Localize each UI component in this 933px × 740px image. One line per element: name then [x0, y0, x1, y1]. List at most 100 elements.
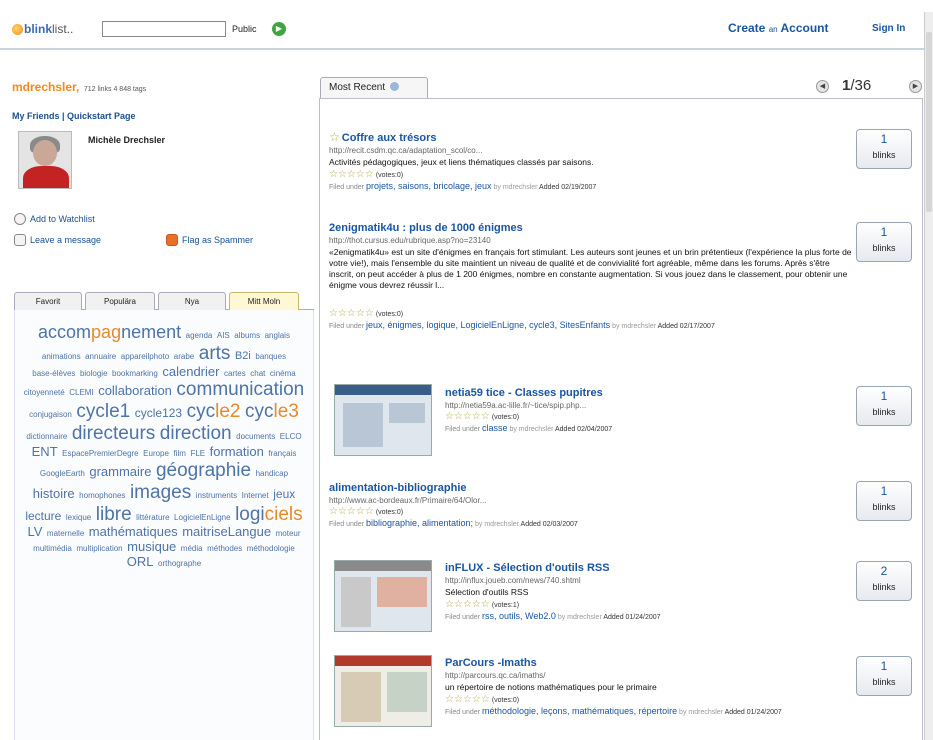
- stars-icon[interactable]: ☆☆☆☆☆: [329, 506, 374, 517]
- tag-link[interactable]: dictionnaire: [26, 432, 67, 441]
- blinks-count-button[interactable]: 1 blinks: [856, 129, 912, 169]
- tag-link[interactable]: base-élèves: [32, 369, 75, 378]
- tag-link[interactable]: chat: [250, 369, 265, 378]
- tab-most-recent[interactable]: Most Recent: [320, 77, 428, 98]
- item-tags[interactable]: méthodologie, leçons, mathématiques, rép…: [482, 706, 677, 716]
- tag-link[interactable]: citoyenneté: [24, 388, 65, 397]
- stars-icon[interactable]: ☆☆☆☆☆: [329, 169, 374, 180]
- tag-link[interactable]: calendrier: [162, 364, 219, 379]
- tag-link[interactable]: cycle123: [135, 406, 182, 420]
- tag-link[interactable]: jeux: [273, 487, 295, 501]
- item-title-link[interactable]: 2enigmatik4u : plus de 1000 énigmes: [329, 222, 523, 234]
- create-account-link[interactable]: Create an Account: [728, 21, 829, 35]
- tag-link[interactable]: agenda: [186, 331, 213, 340]
- sign-in-link[interactable]: Sign In: [872, 23, 905, 34]
- tag-link[interactable]: cycle3: [245, 401, 299, 422]
- tag-link[interactable]: accompagnement: [38, 322, 181, 342]
- blinks-count-button[interactable]: 1 blinks: [856, 386, 912, 426]
- stars-icon[interactable]: ☆☆☆☆☆: [445, 599, 490, 610]
- tag-link[interactable]: multimédia: [33, 544, 72, 553]
- item-tags[interactable]: jeux, énigmes, logique, LogicielEnLigne,…: [366, 320, 610, 330]
- tag-link[interactable]: cartes: [224, 369, 246, 378]
- tag-link[interactable]: maitriseLangue: [182, 524, 271, 539]
- favorite-star-icon[interactable]: ☆: [329, 130, 340, 144]
- tag-link[interactable]: albums: [234, 331, 260, 340]
- tag-link[interactable]: AIS: [217, 331, 230, 340]
- tag-link[interactable]: méthodologie: [247, 544, 295, 553]
- blinks-count-button[interactable]: 1 blinks: [856, 481, 912, 521]
- tag-link[interactable]: cinéma: [270, 369, 296, 378]
- tag-link[interactable]: littérature: [136, 513, 169, 522]
- item-tags[interactable]: projets, saisons, bricolage, jeux: [366, 181, 492, 191]
- tag-link[interactable]: cycle2: [187, 401, 241, 422]
- tag-link[interactable]: LogicielEnLigne: [174, 513, 231, 522]
- tag-link[interactable]: français: [268, 449, 296, 458]
- tag-link[interactable]: Internet: [242, 491, 269, 500]
- tag-link[interactable]: CLEMI: [69, 388, 93, 397]
- item-tags[interactable]: rss, outils, Web2.0: [482, 611, 556, 621]
- tag-link[interactable]: cycle1: [76, 401, 130, 422]
- tag-link[interactable]: banques: [255, 352, 286, 361]
- tag-link[interactable]: EspacePremierDegre: [62, 449, 138, 458]
- tag-link[interactable]: arts: [199, 343, 231, 364]
- friends-links[interactable]: My Friends | Quickstart Page: [12, 111, 136, 121]
- tag-link[interactable]: documents: [236, 432, 275, 441]
- add-to-watchlist-link[interactable]: Add to Watchlist: [14, 213, 95, 225]
- tab-populara[interactable]: Populära: [85, 292, 155, 310]
- username-link[interactable]: mdrechsler,: [12, 80, 79, 94]
- search-input[interactable]: [102, 21, 226, 37]
- tag-link[interactable]: directeurs: [72, 423, 155, 444]
- item-title-link[interactable]: netia59 tice - Classes pupitres: [445, 387, 603, 399]
- tag-link[interactable]: logiciels: [235, 504, 303, 525]
- tag-link[interactable]: libre: [96, 504, 132, 525]
- leave-message-link[interactable]: Leave a message: [14, 234, 101, 246]
- tag-link[interactable]: collaboration: [98, 383, 172, 398]
- tag-link[interactable]: LV: [27, 524, 42, 539]
- tag-link[interactable]: ENT: [32, 444, 58, 459]
- tag-link[interactable]: anglais: [265, 331, 290, 340]
- tag-link[interactable]: multiplication: [76, 544, 122, 553]
- stars-icon[interactable]: ☆☆☆☆☆: [445, 694, 490, 705]
- next-page-icon[interactable]: ▶: [909, 80, 922, 93]
- tag-link[interactable]: histoire: [33, 486, 75, 501]
- blinks-count-button[interactable]: 2 blinks: [856, 561, 912, 601]
- tag-link[interactable]: lexique: [66, 513, 91, 522]
- site-thumbnail[interactable]: [334, 560, 432, 632]
- stars-icon[interactable]: ☆☆☆☆☆: [445, 411, 490, 422]
- tag-link[interactable]: grammaire: [89, 464, 151, 479]
- tag-link[interactable]: formation: [210, 444, 264, 459]
- tag-link[interactable]: orthographe: [158, 559, 201, 568]
- rating-stars[interactable]: ☆☆☆☆☆ (votes:0): [445, 694, 845, 705]
- tab-mitt-moln[interactable]: Mitt Moln: [229, 292, 299, 310]
- tag-link[interactable]: handicap: [256, 469, 288, 478]
- tag-link[interactable]: GoogleEarth: [40, 469, 85, 478]
- flag-spammer-link[interactable]: Flag as Spammer: [166, 234, 253, 246]
- item-tags[interactable]: classe: [482, 423, 508, 433]
- tag-link[interactable]: conjugaison: [29, 410, 72, 419]
- stars-icon[interactable]: ☆☆☆☆☆: [329, 308, 374, 319]
- site-thumbnail[interactable]: [334, 384, 432, 456]
- tag-link[interactable]: média: [181, 544, 203, 553]
- tag-link[interactable]: biologie: [80, 369, 108, 378]
- tag-link[interactable]: ORL: [127, 554, 154, 569]
- tag-link[interactable]: film: [173, 449, 185, 458]
- item-title-link[interactable]: ParCours -Imaths: [445, 657, 537, 669]
- rating-stars[interactable]: ☆☆☆☆☆ (votes:0): [445, 411, 845, 422]
- item-title-link[interactable]: alimentation-bibliographie: [329, 482, 467, 494]
- item-tags[interactable]: bibliographie, alimentation;: [366, 518, 473, 528]
- scrollbar-thumb[interactable]: [926, 32, 932, 212]
- tag-link[interactable]: musique: [127, 539, 176, 554]
- tag-link[interactable]: instruments: [196, 491, 237, 500]
- tag-link[interactable]: moteur: [276, 529, 301, 538]
- rating-stars[interactable]: ☆☆☆☆☆ (votes:0): [329, 506, 853, 517]
- tag-link[interactable]: images: [130, 482, 191, 503]
- tag-link[interactable]: homophones: [79, 491, 125, 500]
- blinks-count-button[interactable]: 1 blinks: [856, 656, 912, 696]
- tag-link[interactable]: FLE: [190, 449, 205, 458]
- blinklist-logo[interactable]: blinklist..: [12, 22, 73, 36]
- site-thumbnail[interactable]: [334, 655, 432, 727]
- blinks-count-button[interactable]: 1 blinks: [856, 222, 912, 262]
- tag-link[interactable]: bookmarking: [112, 369, 158, 378]
- play-circle-icon[interactable]: ▶: [272, 22, 286, 36]
- tag-link[interactable]: annuaire: [85, 352, 116, 361]
